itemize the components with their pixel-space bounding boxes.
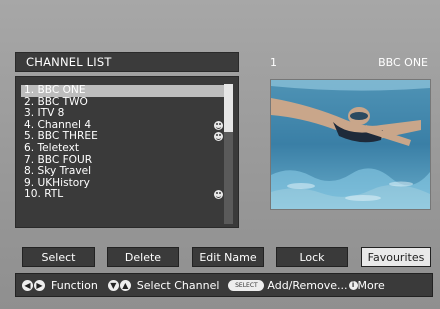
channel-label: 4. Channel 4	[24, 118, 92, 131]
channel-label: 9. UKHistory	[24, 176, 90, 189]
favourites-button[interactable]: Favourites	[361, 247, 431, 267]
favourite-icon	[214, 120, 223, 130]
lock-button[interactable]: Lock	[276, 247, 348, 267]
scrollbar-thumb[interactable]	[224, 84, 233, 132]
favourite-icon	[214, 190, 223, 200]
channel-label: 6. Teletext	[24, 141, 80, 154]
channel-list-panel: 1. BBC ONE 2. BBC TWO 3. ITV 8 4. Channe…	[15, 76, 239, 228]
channel-label: 5. BBC THREE	[24, 130, 98, 143]
select-key-icon: SELECT	[228, 279, 265, 291]
delete-button[interactable]: Delete	[107, 247, 179, 267]
channel-list-scrollbar[interactable]	[224, 84, 233, 224]
channel-label: 3. ITV 8	[24, 107, 65, 120]
channel-label: 10. RTL	[24, 188, 64, 201]
left-arrow-icon: ◀	[22, 279, 33, 291]
channel-preview-image	[270, 79, 431, 210]
preview-channel-name: BBC ONE	[378, 56, 428, 69]
channel-label: 8. Sky Travel	[24, 165, 92, 178]
select-button[interactable]: Select	[22, 247, 95, 267]
more-label: More	[357, 278, 385, 292]
favourite-icon	[214, 132, 223, 142]
screen-background: CHANNEL LIST 1 BBC ONE 1. BBC ONE 2. BBC…	[0, 0, 440, 309]
channel-item-10[interactable]: 10. RTL	[21, 189, 227, 201]
up-arrow-icon: ▲	[119, 279, 131, 291]
channel-list-title: CHANNEL LIST	[26, 55, 112, 69]
footer-help-bar: ◀ ▶ Function ▼ ▲ Select Channel SELECT A…	[15, 273, 433, 297]
add-remove-label: Add/Remove...	[267, 278, 348, 292]
swimmer-underwater-image	[271, 80, 430, 209]
channel-list: 1. BBC ONE 2. BBC TWO 3. ITV 8 4. Channe…	[21, 84, 227, 201]
channel-label: 7. BBC FOUR	[24, 153, 93, 166]
channel-label: 1. BBC ONE	[24, 84, 86, 96]
down-arrow-icon: ▼	[107, 279, 119, 291]
select-channel-label: Select Channel	[136, 278, 220, 292]
channel-list-header: CHANNEL LIST	[15, 52, 239, 72]
info-icon: i	[348, 280, 358, 290]
right-arrow-icon: ▶	[34, 279, 45, 291]
edit-name-button[interactable]: Edit Name	[192, 247, 264, 267]
channel-label: 2. BBC TWO	[24, 95, 88, 108]
preview-channel-number: 1	[270, 56, 277, 69]
function-label: Function	[51, 278, 98, 292]
